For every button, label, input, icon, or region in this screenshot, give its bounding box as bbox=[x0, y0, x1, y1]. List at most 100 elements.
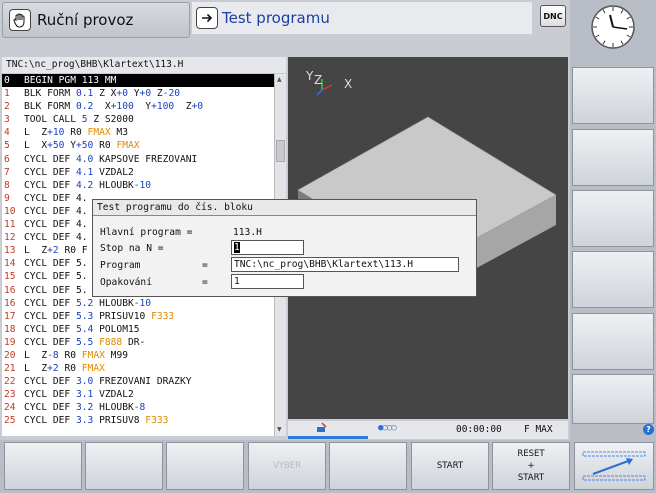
dnc-button[interactable]: DNC bbox=[540, 5, 566, 27]
program-line[interactable]: 0 BEGIN PGM 113 MM bbox=[2, 74, 274, 88]
line-number: 13 bbox=[4, 245, 16, 257]
axis-x-label: X bbox=[344, 77, 353, 91]
line-token: Z X bbox=[93, 88, 117, 100]
softkey-start[interactable]: START bbox=[411, 442, 489, 490]
line-number: 16 bbox=[4, 284, 16, 296]
line-token: F333 bbox=[151, 310, 175, 322]
softkey-5[interactable] bbox=[329, 442, 407, 490]
softkey-reset-start[interactable]: RESET + START bbox=[492, 442, 570, 490]
repeat-input[interactable]: 1 bbox=[231, 274, 304, 289]
line-token: R0 F bbox=[58, 245, 88, 257]
line-token: DR- bbox=[122, 336, 146, 348]
program-line[interactable]: 7 CYCL DEF 4.1 VZDAL2 bbox=[2, 166, 274, 179]
line-number: 11 bbox=[4, 219, 16, 231]
line-token: CYCL DEF bbox=[24, 389, 76, 401]
line-number: 17 bbox=[4, 310, 16, 322]
line-number: 18 bbox=[4, 323, 16, 335]
line-token: +50 bbox=[76, 140, 94, 152]
line-number: 9 bbox=[4, 192, 10, 204]
line-number: 3 bbox=[4, 114, 10, 126]
program-line[interactable]: 8 CYCL DEF 4.2 HLOUBK-10 bbox=[2, 179, 274, 192]
line-number: 16 bbox=[4, 297, 16, 309]
simulation-dots: ●○○○ bbox=[378, 423, 397, 433]
line-token: -10 bbox=[133, 297, 152, 309]
softkey-3[interactable] bbox=[166, 442, 244, 490]
program-line[interactable]: 5L X+50 Y+50 R0 FMAX bbox=[2, 139, 274, 152]
program-line[interactable]: 20 L Z-8 R0 FMAX M99 bbox=[2, 349, 274, 362]
right-softkey-3[interactable] bbox=[572, 190, 654, 247]
program-line[interactable]: 23 CYCL DEF 3.1 VZDAL2 bbox=[2, 388, 274, 401]
program-line[interactable]: 21 L Z+2 R0 FMAX bbox=[2, 362, 274, 375]
line-token: X bbox=[93, 101, 111, 113]
status-bar: ●○○○ 00:00:00 F MAX bbox=[288, 421, 568, 439]
program-line[interactable]: 3 TOOL CALL 5 Z S2000 bbox=[2, 113, 274, 126]
program-line[interactable]: 19 CYCL DEF 5.5 F888 DR- bbox=[2, 336, 274, 349]
line-token: 3.3 bbox=[75, 415, 94, 427]
mode-manual-operation[interactable]: Ruční provoz bbox=[2, 2, 190, 38]
right-softkey-6[interactable] bbox=[572, 374, 654, 424]
line-token: PRISUV10 bbox=[93, 310, 152, 322]
line-token: BEGIN PGM 113 MM bbox=[24, 75, 117, 86]
line-token: FREZOVANI DRAZKY bbox=[93, 376, 192, 388]
line-token: 4.2 bbox=[75, 179, 94, 191]
program-line[interactable]: 16 CYCL DEF 5.2 HLOUBK-10 bbox=[2, 297, 274, 310]
line-token: 5.3 bbox=[75, 310, 94, 322]
line-token: 4.1 bbox=[75, 166, 94, 178]
line-token: F888 bbox=[99, 336, 123, 348]
line-token: -20 bbox=[162, 88, 180, 100]
line-token: FMAX bbox=[87, 127, 111, 139]
program-line[interactable]: 1 BLK FORM 0.1 Z X+0 Y+0 Z-20 bbox=[2, 87, 274, 100]
softkey-1[interactable] bbox=[4, 442, 82, 490]
line-token: +0 bbox=[191, 101, 204, 113]
line-number: 6 bbox=[4, 153, 10, 165]
axis-z-label: Z bbox=[314, 73, 323, 87]
line-token: M3 bbox=[110, 127, 128, 139]
line-token: Z bbox=[151, 88, 163, 100]
program-line[interactable]: 25 CYCL DEF 3.3 PRISUV8 F333 bbox=[2, 414, 274, 427]
line-number: 22 bbox=[4, 376, 16, 388]
clock-icon bbox=[590, 4, 636, 50]
program-line[interactable]: 6 CYCL DEF 4.0 KAPSOVE FREZOVANI bbox=[2, 153, 274, 166]
line-token: HLOUBK bbox=[93, 297, 134, 309]
stop-block-input[interactable]: 1 bbox=[231, 240, 304, 255]
line-token: TOOL CALL bbox=[24, 114, 82, 126]
line-number: 7 bbox=[4, 166, 10, 178]
right-softkey-4[interactable] bbox=[572, 251, 654, 308]
program-input[interactable]: TNC:\nc_prog\BHB\Klartext\113.H bbox=[231, 257, 459, 272]
help-icon[interactable]: ? bbox=[643, 424, 654, 435]
line-number: 12 bbox=[4, 232, 16, 244]
main-program-label: Hlavní program = bbox=[100, 227, 193, 238]
line-token: CYCL DEF bbox=[24, 179, 76, 191]
right-softkey-1[interactable] bbox=[572, 67, 654, 124]
program-line[interactable]: 24 CYCL DEF 3.2 HLOUBK-8 bbox=[2, 401, 274, 414]
line-token: VZDAL2 bbox=[93, 166, 134, 178]
line-token: L Z bbox=[24, 245, 48, 257]
line-token: +50 bbox=[47, 140, 65, 152]
softkey-select[interactable]: VYBER bbox=[248, 442, 326, 490]
program-line[interactable]: 17 CYCL DEF 5.3 PRISUV10 F333 bbox=[2, 310, 274, 323]
line-token: 3.1 bbox=[75, 389, 94, 401]
line-token: VZDAL2 bbox=[93, 389, 134, 401]
line-token: CYCL DEF bbox=[24, 336, 76, 348]
line-token: 0.2 bbox=[75, 101, 94, 113]
scrollbar-thumb[interactable] bbox=[276, 140, 285, 162]
feed-rate: F MAX bbox=[524, 424, 553, 435]
scroll-down-icon[interactable]: ▼ bbox=[277, 426, 282, 433]
right-softkey-2[interactable] bbox=[572, 129, 654, 186]
line-token: Y bbox=[64, 140, 76, 152]
line-token: +2 bbox=[47, 245, 59, 257]
program-line[interactable]: 4 L Z+10 R0 FMAX M3 bbox=[2, 126, 274, 139]
line-number: 20 bbox=[4, 349, 16, 361]
softkey-path-toggle[interactable] bbox=[574, 442, 654, 490]
program-line[interactable]: 22 CYCL DEF 3.0 FREZOVANI DRAZKY bbox=[2, 375, 274, 388]
program-line[interactable]: 2 BLK FORM 0.2 X+100 Y+100 Z+0 bbox=[2, 100, 274, 113]
program-line[interactable]: 18 CYCL DEF 5.4 POLOM15 bbox=[2, 323, 274, 336]
softkey-2[interactable] bbox=[85, 442, 163, 490]
line-token: CYCL DEF 4. bbox=[24, 232, 88, 244]
line-token: Z bbox=[174, 101, 192, 113]
line-token: Z S2000 bbox=[87, 114, 134, 126]
scroll-up-icon[interactable]: ▲ bbox=[277, 76, 282, 83]
line-token: BLK FORM bbox=[24, 101, 76, 113]
mode-test-run[interactable]: Test programu bbox=[192, 2, 532, 34]
right-softkey-5[interactable] bbox=[572, 313, 654, 370]
